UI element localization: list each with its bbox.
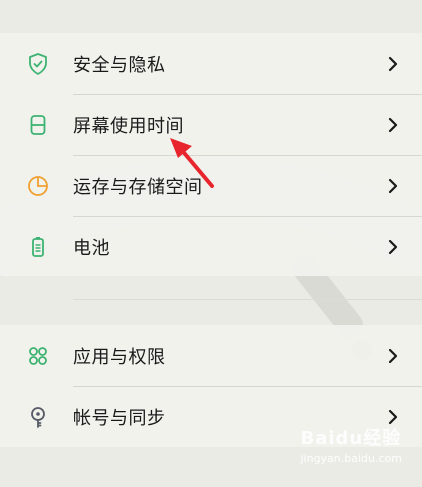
settings-item-apps-permissions[interactable]: 应用与权限	[0, 325, 422, 386]
watermark-brand: Baidu经验	[300, 428, 402, 449]
watermark-url: jingyan.baidu.com	[300, 452, 402, 465]
watermark: Baidu经验 jingyan.baidu.com	[300, 424, 402, 465]
chevron-right-icon	[388, 409, 398, 424]
key-icon	[26, 405, 50, 429]
chevron-right-icon	[388, 117, 398, 132]
hourglass-icon	[26, 113, 50, 137]
settings-item-ram-storage[interactable]: 运存与存储空间	[0, 155, 422, 216]
divider	[73, 299, 422, 300]
chevron-right-icon	[388, 178, 398, 193]
settings-item-label: 电池	[73, 237, 110, 259]
pie-chart-icon	[26, 174, 50, 198]
shield-check-icon	[26, 52, 50, 76]
settings-item-label: 屏幕使用时间	[73, 115, 184, 137]
chevron-right-icon	[388, 56, 398, 71]
settings-item-security-privacy[interactable]: 安全与隐私	[0, 33, 422, 94]
settings-group-1: 安全与隐私 屏幕使用时间 运存与存储空间 电池	[0, 33, 422, 276]
settings-item-screen-time[interactable]: 屏幕使用时间	[0, 94, 422, 155]
settings-item-battery[interactable]: 电池	[0, 216, 422, 277]
chevron-right-icon	[388, 239, 398, 254]
settings-item-label: 应用与权限	[73, 346, 166, 368]
settings-item-label: 运存与存储空间	[73, 176, 203, 198]
settings-item-label: 安全与隐私	[73, 54, 166, 76]
battery-icon	[26, 235, 50, 259]
settings-item-label: 帐号与同步	[73, 407, 166, 429]
chevron-right-icon	[388, 348, 398, 363]
app-grid-icon	[26, 344, 50, 368]
